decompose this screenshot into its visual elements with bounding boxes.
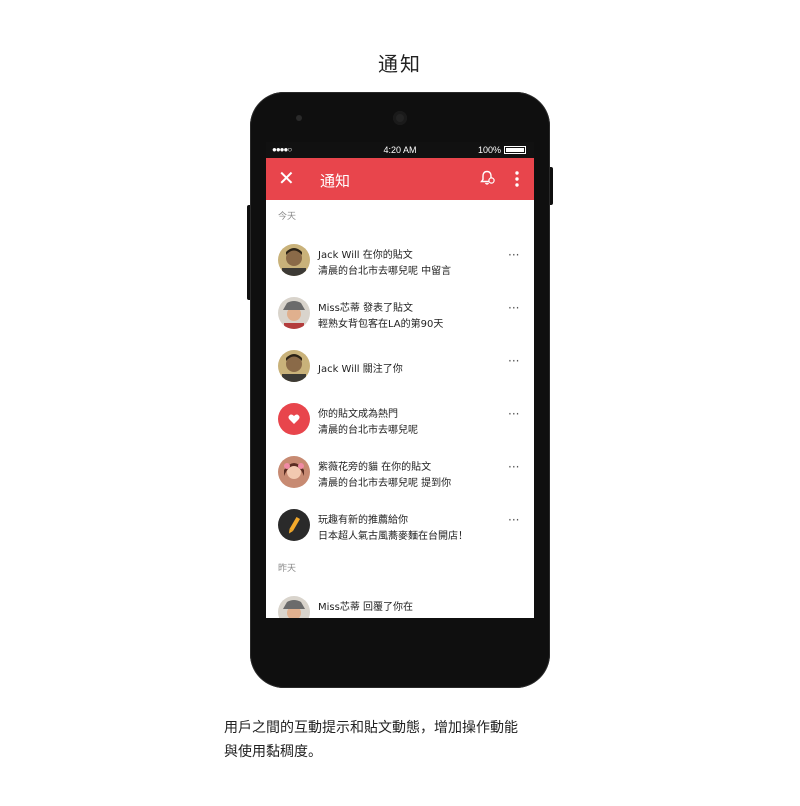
notification-item[interactable]: 紫薇花旁的貓 在你的貼文 清晨的台北市去哪兒呢 提到你 ··· [266,446,534,499]
front-camera-icon [393,111,407,125]
battery-percent: 100% [477,145,501,155]
page-title: 通知 [378,52,422,76]
battery-status: 100% [478,145,526,155]
more-options-icon[interactable]: ··· [508,460,519,474]
close-icon[interactable]: ✕ [278,168,295,188]
toolbar-title: 通知 [320,172,351,190]
avatar [278,403,310,435]
more-options-icon[interactable]: ··· [508,513,519,527]
avatar [278,297,310,329]
notification-detail: 清晨的台北市去哪兒呢 提到你 [318,478,452,489]
more-vert-icon[interactable] [511,169,523,189]
pencil-icon [289,517,300,534]
sensor-icon [296,115,302,121]
photo-avatar-icon [278,350,310,382]
phone-screen: ●●●●○ 4:20 AM 100% ✕ 通知 今天 Jack Will 在你的… [266,142,534,618]
caption-line-2: 與使用黏稠度。 [224,744,322,760]
notification-title: 紫薇花旁的貓 在你的貼文 [318,462,432,473]
notification-item[interactable]: 玩趣有新的推薦給你 日本超人氣古風蕎麥麵在台開店！ ··· [266,499,534,552]
section-header-yesterday: 昨天 [278,564,297,574]
notification-title: Jack Will 在你的貼文 [318,250,413,261]
avatar [278,456,310,488]
notification-item[interactable]: Jack Will 在你的貼文 清晨的台北市去哪兒呢 中留言 ··· [266,234,534,287]
notification-item[interactable]: Miss芯蒂 回覆了你在 [266,586,534,618]
bell-settings-icon[interactable] [479,170,495,186]
photo-avatar-icon [278,456,310,488]
notification-detail: 日本超人氣古風蕎麥麵在台開店！ [318,531,468,542]
notification-item[interactable]: 你的貼文成為熱門 清晨的台北市去哪兒呢 ··· [266,393,534,446]
avatar [278,350,310,382]
phone-frame: ●●●●○ 4:20 AM 100% ✕ 通知 今天 Jack Will 在你的… [250,92,550,688]
notification-detail: 清晨的台北市去哪兒呢 中留言 [318,266,452,277]
avatar [278,244,310,276]
photo-avatar-icon [278,596,310,618]
more-options-icon[interactable]: ··· [508,407,519,421]
notification-title: Jack Will 關注了你 [318,364,403,375]
notification-title: Miss芯蒂 發表了貼文 [318,303,414,314]
app-toolbar: ✕ 通知 [266,158,534,200]
more-options-icon[interactable]: ··· [508,354,519,368]
section-header-today: 今天 [278,212,297,222]
notification-title: 你的貼文成為熱門 [318,409,398,420]
more-options-icon[interactable]: ··· [508,301,519,315]
notification-item[interactable]: Jack Will 關注了你 ··· [266,340,534,393]
notification-item[interactable]: Miss芯蒂 發表了貼文 輕熟女背包客在LA的第90天 ··· [266,287,534,340]
avatar [278,509,310,541]
caption-line-1: 用戶之間的互動提示和貼文動態，增加操作動能 [224,720,518,736]
avatar [278,596,310,618]
notification-title: 玩趣有新的推薦給你 [318,515,408,526]
notification-detail: 清晨的台北市去哪兒呢 [318,425,418,436]
page-caption: 用戶之間的互動提示和貼文動態，增加操作動能 與使用黏稠度。 [224,716,584,764]
notification-detail: 輕熟女背包客在LA的第90天 [318,319,444,330]
photo-avatar-icon [278,297,310,329]
battery-icon [504,146,526,154]
more-options-icon[interactable]: ··· [508,248,519,262]
photo-avatar-icon [278,244,310,276]
heart-icon [288,414,300,424]
status-bar: ●●●●○ 4:20 AM 100% [266,142,534,158]
notification-title: Miss芯蒂 回覆了你在 [318,602,414,613]
